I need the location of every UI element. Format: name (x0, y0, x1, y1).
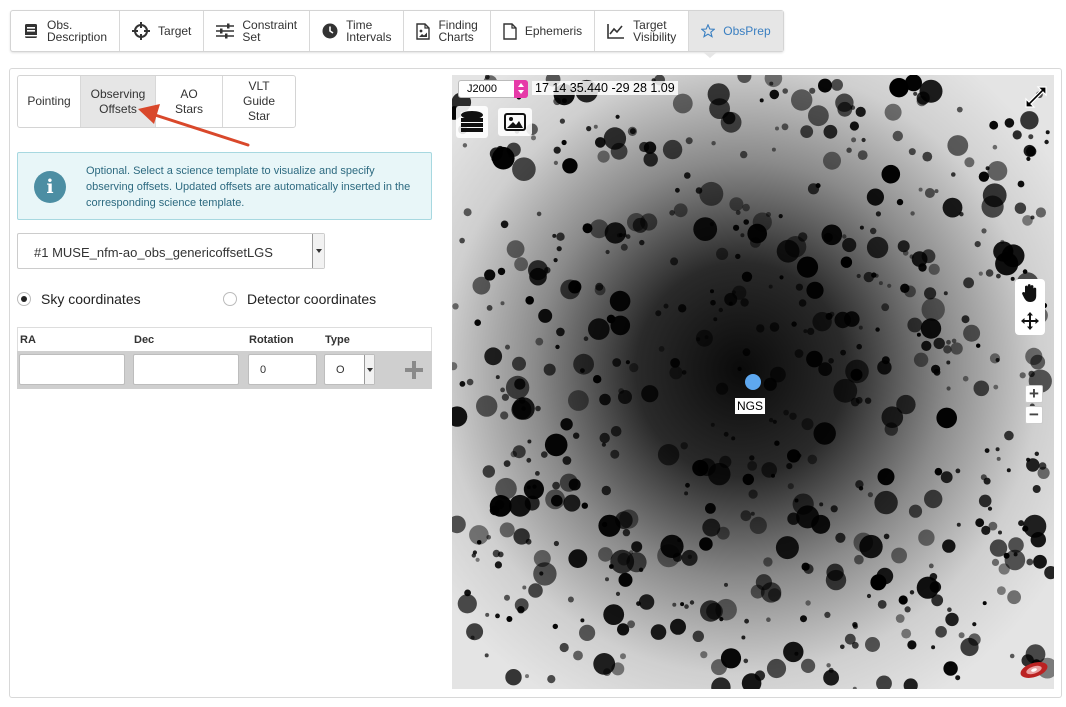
clock-icon (322, 23, 338, 39)
tool-controls (1015, 279, 1045, 335)
ngs-label: NGS (735, 398, 766, 414)
chevron-down-icon (312, 234, 324, 268)
dec-input[interactable] (133, 354, 239, 385)
frame-select[interactable]: J2000 (458, 80, 528, 98)
radio-sky-coordinates[interactable]: Sky coordinates (17, 291, 141, 307)
info-icon: i (34, 171, 66, 203)
tab-label: Time Intervals (346, 18, 392, 44)
tab-label: Ephemeris (524, 24, 583, 38)
tab-label: Obs. Description (47, 18, 108, 44)
type-select-value: O (336, 364, 345, 376)
radio-label: Sky coordinates (41, 291, 141, 307)
radio-dot (223, 292, 237, 306)
fullscreen-button[interactable] (1024, 85, 1048, 114)
subtab-observing-offsets[interactable]: Observing Offsets (81, 76, 156, 127)
obsprep-subtabs: Pointing Observing Offsets AO Stars VLT … (17, 75, 296, 128)
chevron-down-icon (364, 355, 374, 384)
move-arrows-icon (1021, 312, 1039, 330)
col-header-dec: Dec (134, 334, 155, 346)
offsets-table-header: RA Dec Rotation Type (17, 327, 432, 351)
book-icon (23, 23, 39, 39)
tab-time-intervals[interactable]: Time Intervals (310, 11, 405, 51)
layers-icon (461, 111, 483, 132)
tab-target-visibility[interactable]: Target Visibility (595, 11, 690, 51)
pan-button[interactable] (1015, 279, 1045, 307)
frame-select-value: J2000 (467, 83, 497, 95)
main-toolbar: Obs. Description Target Constraint Set T… (10, 10, 784, 52)
tab-label: Finding Charts (438, 18, 478, 44)
template-select[interactable]: #1 MUSE_nfm-ao_obs_genericoffsetLGS (17, 233, 325, 269)
layers-button[interactable] (456, 106, 488, 138)
tab-constraint-set[interactable]: Constraint Set (204, 11, 311, 51)
active-tab-pointer (703, 52, 717, 58)
tab-ephemeris[interactable]: Ephemeris (491, 11, 596, 51)
tab-label: Target (158, 24, 192, 38)
info-box: i Optional. Select a science template to… (17, 152, 432, 220)
line-chart-icon (607, 23, 625, 39)
ra-input[interactable] (19, 354, 125, 385)
tab-label: ObsPrep (723, 24, 771, 38)
subtab-pointing[interactable]: Pointing (18, 76, 81, 127)
aladin-logo-icon (1020, 662, 1048, 678)
tab-label: Constraint Set (242, 18, 298, 44)
image-survey-button[interactable] (498, 108, 532, 136)
crosshair-icon (132, 22, 151, 40)
subtab-ao-stars[interactable]: AO Stars (156, 76, 223, 127)
tab-obs-description[interactable]: Obs. Description (11, 11, 121, 51)
cursor-coordinates: 17 14 35.440 -29 28 1.09 (532, 81, 678, 95)
radio-detector-coordinates[interactable]: Detector coordinates (223, 291, 376, 307)
star-icon (701, 24, 716, 38)
ngs-marker[interactable] (745, 374, 761, 390)
zoom-in-button[interactable]: + (1025, 385, 1043, 403)
sliders-icon (216, 23, 235, 39)
radio-dot (17, 292, 31, 306)
col-header-type: Type (325, 334, 350, 346)
rotation-input[interactable]: 0 (248, 354, 317, 385)
zoom-out-button[interactable]: − (1025, 406, 1043, 424)
hand-icon (1022, 284, 1037, 302)
image-icon (504, 113, 526, 131)
col-header-ra: RA (20, 334, 36, 346)
expand-icon (1025, 86, 1047, 108)
offsets-row: 0 O (17, 351, 432, 389)
move-button[interactable] (1015, 307, 1045, 335)
type-select[interactable]: O (324, 354, 375, 385)
col-header-rotation: Rotation (249, 334, 294, 346)
sky-viewer[interactable]: J2000 17 14 35.440 -29 28 1.09 + − NGS (452, 75, 1054, 689)
info-text: Optional. Select a science template to v… (86, 165, 411, 209)
tab-label: Target Visibility (633, 18, 677, 44)
tab-obsprep[interactable]: ObsPrep (689, 11, 783, 51)
file-chart-icon (416, 22, 431, 40)
subtab-vlt-guide-star[interactable]: VLT Guide Star (223, 76, 295, 127)
radio-label: Detector coordinates (247, 291, 377, 307)
chevron-updown-icon (514, 80, 528, 98)
template-select-value: #1 MUSE_nfm-ao_obs_genericoffsetLGS (34, 245, 273, 260)
add-offset-button[interactable] (403, 359, 425, 381)
tab-target[interactable]: Target (120, 11, 205, 51)
tab-finding-charts[interactable]: Finding Charts (404, 11, 491, 51)
file-icon (503, 22, 517, 40)
